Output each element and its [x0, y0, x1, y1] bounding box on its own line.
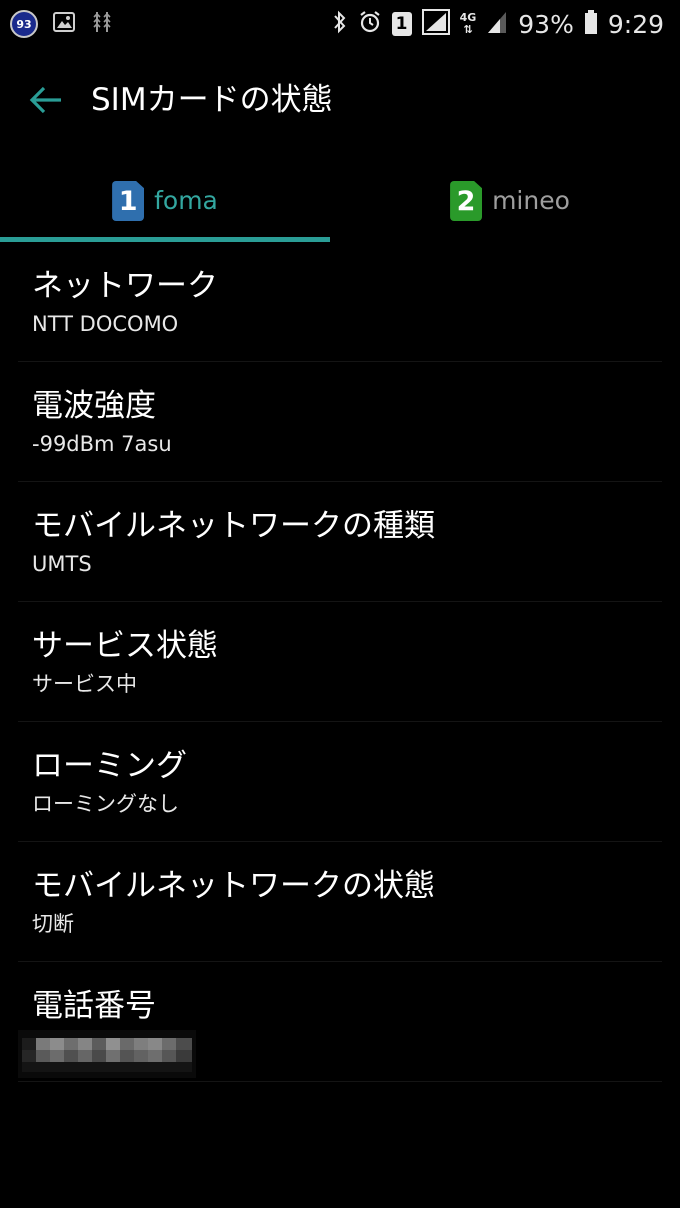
item-title: ネットワーク — [32, 268, 218, 304]
battery-icon — [584, 9, 598, 39]
sim-slot-icon: 1 — [391, 12, 412, 36]
status-right: 1 4G ⇅ 93% 9:29 — [332, 6, 664, 42]
network-type-indicator: 4G ⇅ — [460, 12, 477, 36]
item-title: 電波強度 — [32, 388, 156, 424]
list-item-network: ネットワーク NTT DOCOMO — [0, 242, 680, 362]
list-item-network-type: モバイルネットワークの種類 UMTS — [0, 482, 680, 602]
back-button[interactable] — [24, 78, 68, 122]
status-bar: 93 1 4G ⇅ 93% 9:29 — [0, 0, 680, 48]
item-value: UMTS — [32, 552, 92, 576]
item-title: モバイルネットワークの種類 — [32, 508, 435, 544]
notification-count-badge: 93 — [10, 10, 38, 38]
item-value: NTT DOCOMO — [32, 312, 179, 336]
data-activity-icon: ⇅ — [463, 23, 473, 36]
sim-1-icon: 1 — [112, 181, 145, 221]
item-title: 電話番号 — [32, 988, 156, 1024]
divider — [18, 1081, 662, 1082]
list-item-mobile-network-state: モバイルネットワークの状態 切断 — [0, 842, 680, 962]
alarm-icon — [358, 9, 382, 39]
tab-label-sim-2: mineo — [492, 186, 570, 215]
item-value: サービス中 — [32, 672, 137, 696]
tab-sim-2[interactable]: 2 mineo — [340, 160, 680, 242]
clock: 9:29 — [607, 9, 664, 39]
sim-status-list: ネットワーク NTT DOCOMO 電波強度 -99dBm 7asu モバイルネ… — [0, 242, 680, 1082]
list-item-service-state: サービス状態 サービス中 — [0, 602, 680, 722]
list-item-phone-number: 電話番号 — [0, 962, 680, 1082]
item-value: ローミングなし — [32, 792, 179, 816]
item-value: -99dBm 7asu — [32, 432, 172, 456]
tab-label-sim-1: foma — [154, 186, 218, 215]
back-arrow-icon — [29, 86, 61, 114]
status-left: 93 — [10, 9, 114, 39]
page-title: SIMカードの状態 — [91, 82, 333, 118]
item-title: モバイルネットワークの状態 — [32, 868, 435, 904]
item-value: 切断 — [32, 912, 74, 936]
item-title: サービス状態 — [32, 628, 218, 664]
app-bar: SIMカードの状態 — [0, 56, 680, 144]
list-item-roaming: ローミング ローミングなし — [0, 722, 680, 842]
gallery-icon — [52, 10, 76, 38]
tab-sim-1[interactable]: 1 foma — [0, 160, 330, 242]
usb-icon — [90, 9, 114, 39]
phone-number-redacted — [18, 1030, 196, 1078]
item-title: ローミング — [32, 748, 187, 784]
sim-2-icon: 2 — [450, 181, 483, 221]
sim-tabs: 1 foma 2 mineo — [0, 160, 680, 242]
battery-percent: 93% — [518, 9, 574, 39]
signal-icon — [421, 9, 450, 39]
bluetooth-icon — [332, 9, 348, 39]
signal-strength-icon — [486, 9, 508, 39]
list-item-signal-strength: 電波強度 -99dBm 7asu — [0, 362, 680, 482]
